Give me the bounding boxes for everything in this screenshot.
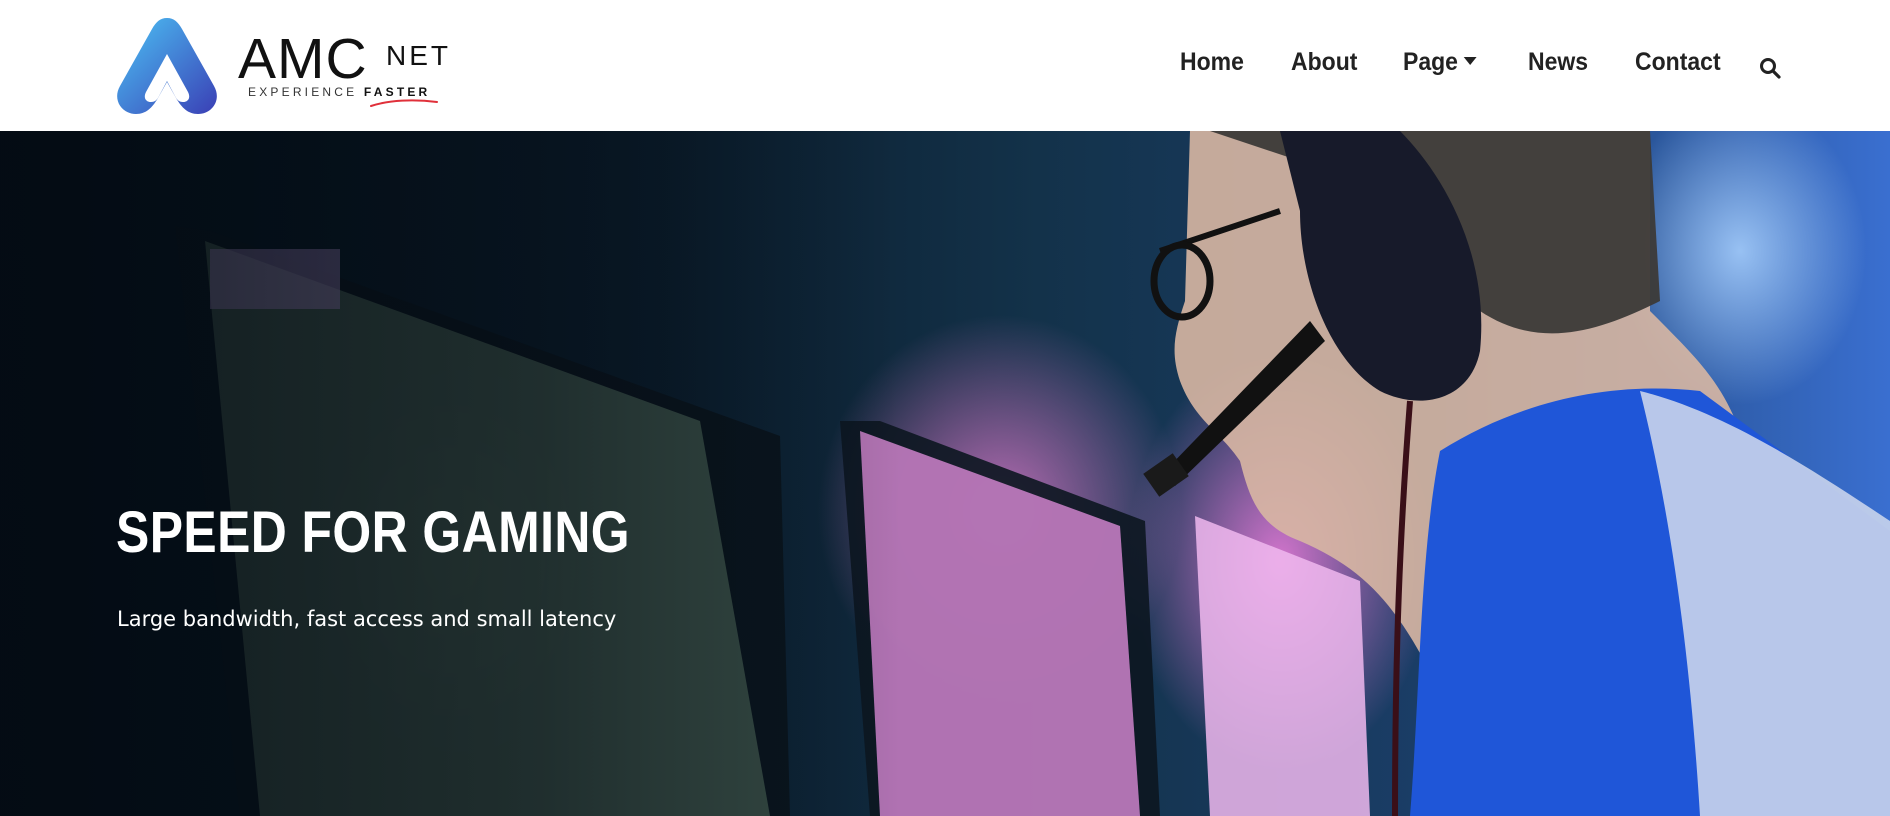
nav-about-label: About: [1291, 48, 1358, 76]
nav-page-label: Page: [1403, 48, 1458, 76]
hero-banner: SPEED FOR GAMING Large bandwidth, fast a…: [0, 131, 1890, 816]
nav-news-label: News: [1528, 48, 1589, 76]
nav-home[interactable]: Home: [1180, 50, 1244, 75]
nav-news[interactable]: News: [1528, 50, 1588, 75]
search-icon[interactable]: [1759, 57, 1781, 79]
hero-subtitle: Large bandwidth, fast access and small l…: [117, 607, 617, 631]
logo-tagline-emphasis: FASTER: [363, 85, 431, 99]
hero-title: SPEED FOR GAMING: [116, 500, 631, 565]
logo-tagline-prefix: EXPERIENCE: [248, 85, 364, 99]
logo[interactable]: AMC NET EXPERIENCE FASTER: [114, 14, 454, 118]
caret-down-icon: [1463, 57, 1477, 66]
logo-mark-icon: [117, 18, 217, 114]
nav-page[interactable]: Page: [1403, 48, 1477, 76]
nav-home-label: Home: [1180, 48, 1244, 76]
nav-contact[interactable]: Contact: [1635, 50, 1721, 75]
site-header: AMC NET EXPERIENCE FASTER Home About Pag…: [0, 0, 1890, 131]
hero-overlay: [0, 131, 900, 816]
logo-wordmark: AMC: [238, 27, 368, 91]
nav-contact-label: Contact: [1635, 48, 1721, 76]
logo-wordmark-suffix: NET: [386, 40, 451, 71]
logo-swoosh-icon: [370, 99, 438, 107]
nav-about[interactable]: About: [1291, 50, 1357, 75]
logo-tagline: EXPERIENCE FASTER: [248, 86, 430, 98]
